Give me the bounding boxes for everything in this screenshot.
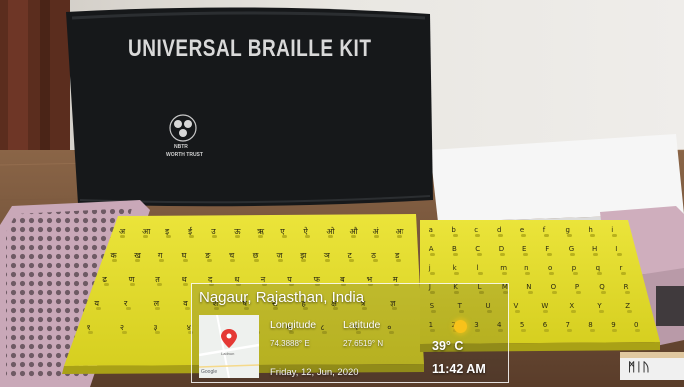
time-text: 11:42 AM	[432, 362, 486, 376]
longitude-value: 74.3888° E	[270, 339, 310, 348]
map-place-label: Ladnun	[221, 351, 235, 356]
longitude-label: Longitude	[270, 319, 317, 331]
bag-title: UNIVERSAL BRAILLE KIT	[128, 36, 372, 63]
sun-icon	[454, 320, 467, 333]
name-tag-text: ᛗᛁᚢ	[628, 360, 650, 374]
map-thumbnail: Ladnun Google	[199, 315, 259, 378]
bag-logo-text: NBTR	[174, 144, 188, 150]
latitude-label: Latitude	[343, 319, 381, 331]
map-google-label: Google	[201, 369, 218, 375]
gps-info-overlay: Nagaur, Rajasthan, India Ladnun Google L…	[191, 283, 509, 383]
location-title: Nagaur, Rajasthan, India	[199, 289, 365, 306]
bag-org-text: WORTH TRUST	[166, 152, 203, 158]
latitude-value: 27.6519° N	[343, 339, 384, 348]
date-text: Friday, 12, Jun, 2020	[270, 367, 359, 378]
temperature-text: 39° C	[432, 339, 464, 353]
